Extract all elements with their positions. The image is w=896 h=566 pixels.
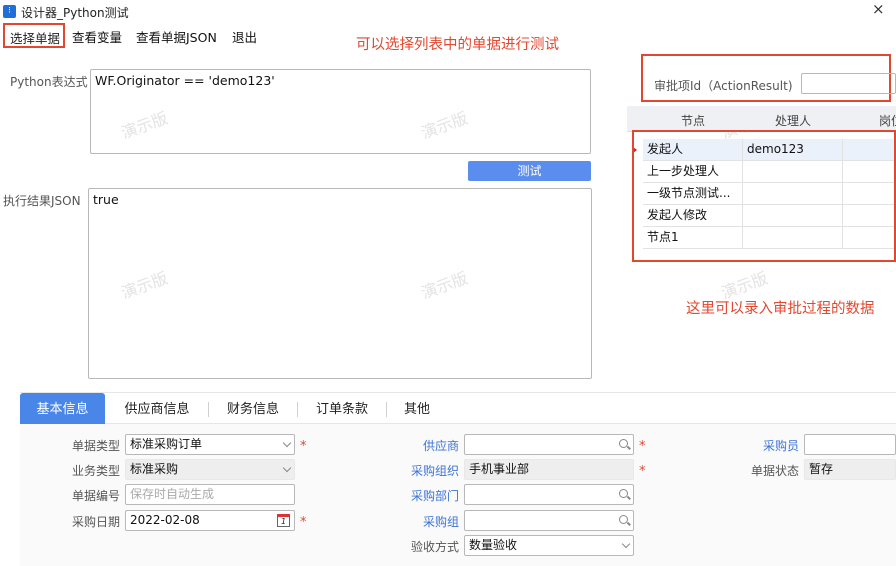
buyer-label[interactable]: 采购员 — [740, 437, 799, 454]
approval-id-label: 审批项Id（ActionResult) — [654, 79, 793, 93]
acceptance-value: 数量验收 — [469, 538, 518, 552]
window-title: 设计器_Python测试 — [21, 6, 129, 20]
buyer-lookup[interactable] — [804, 434, 896, 455]
required-mark: * — [300, 515, 307, 530]
calendar-icon[interactable]: 1 — [277, 514, 290, 527]
menu-select-document-label: 选择单据 — [10, 31, 61, 46]
required-mark: * — [639, 439, 646, 454]
close-icon[interactable]: × — [872, 0, 885, 18]
doc-type-value: 标准采购订单 — [130, 437, 203, 451]
annotation-select-hint: 可以选择列表中的单据进行测试 — [356, 37, 559, 53]
purchase-org-lookup[interactable]: 手机事业部 — [464, 459, 634, 480]
menu-view-document-json[interactable]: 查看单据JSON — [136, 27, 217, 46]
grid-header-position[interactable]: 岗位 — [843, 106, 896, 132]
acceptance-label: 验收方式 — [410, 540, 459, 554]
search-icon[interactable] — [619, 515, 628, 524]
purchase-group-label[interactable]: 采购组 — [400, 513, 459, 530]
tab-divider — [386, 402, 387, 417]
acceptance-select[interactable]: 数量验收 — [464, 535, 634, 556]
result-json-label: 执行结果JSON — [3, 194, 81, 208]
search-icon[interactable] — [619, 439, 628, 448]
purchase-date-value: 2022-02-08 — [130, 513, 200, 527]
tab-divider — [208, 402, 209, 417]
tab-finance-info[interactable]: 财务信息 — [216, 393, 290, 424]
title-bar — [0, 0, 896, 24]
approval-id-input[interactable] — [801, 73, 896, 94]
doc-type-select[interactable]: 标准采购订单 — [125, 434, 295, 455]
app-icon: ⁝ — [3, 5, 16, 18]
menu-view-variables[interactable]: 查看变量 — [72, 27, 122, 46]
search-icon[interactable] — [619, 489, 628, 498]
biz-type-value: 标准采购 — [130, 462, 179, 476]
test-button[interactable]: 测试 — [468, 161, 591, 181]
doc-type-label: 单据类型 — [71, 439, 120, 453]
grid-corner — [627, 106, 643, 132]
purchase-dept-lookup[interactable] — [464, 484, 634, 505]
tab-basic-info[interactable]: 基本信息 — [20, 393, 105, 424]
chevron-down-icon — [282, 438, 292, 448]
purchase-org-value: 手机事业部 — [469, 462, 530, 476]
doc-no-placeholder: 保存时自动生成 — [130, 487, 215, 501]
tab-divider — [297, 402, 298, 417]
purchase-group-lookup[interactable] — [464, 510, 634, 531]
biz-type-select[interactable]: 标准采购 — [125, 459, 295, 480]
doc-no-label: 单据编号 — [71, 489, 120, 503]
tab-order-terms[interactable]: 订单条款 — [303, 393, 381, 424]
grid-header-node[interactable]: 节点 — [643, 106, 743, 132]
grid-header-handler[interactable]: 处理人 — [743, 106, 843, 132]
annotation-highlight-box — [632, 130, 896, 262]
purchase-date-input[interactable]: 2022-02-08 1 — [125, 510, 295, 531]
python-expression-input[interactable]: WF.Originator == 'demo123' — [90, 69, 591, 154]
tab-other[interactable]: 其他 — [393, 393, 441, 424]
supplier-lookup[interactable] — [464, 434, 634, 455]
tab-supplier-info[interactable]: 供应商信息 — [116, 393, 198, 424]
menu-exit[interactable]: 退出 — [232, 27, 257, 46]
chevron-down-icon — [621, 539, 631, 549]
required-mark: * — [300, 439, 307, 454]
python-expression-label: Python表达式 — [10, 75, 88, 89]
result-json-output[interactable]: true — [88, 188, 592, 379]
chevron-down-icon — [282, 463, 292, 473]
purchase-org-label[interactable]: 采购组织 — [400, 462, 459, 479]
doc-no-input[interactable]: 保存时自动生成 — [125, 484, 295, 505]
biz-type-label: 业务类型 — [71, 464, 120, 478]
required-mark: * — [639, 464, 646, 479]
purchase-date-label: 采购日期 — [71, 515, 120, 529]
doc-status-value: 暂存 — [809, 462, 834, 476]
supplier-label[interactable]: 供应商 — [400, 437, 459, 454]
doc-status-field[interactable]: 暂存 — [804, 459, 896, 480]
doc-status-label: 单据状态 — [750, 464, 799, 478]
purchase-dept-label[interactable]: 采购部门 — [400, 487, 459, 504]
annotation-grid-hint: 这里可以录入审批过程的数据 — [686, 301, 875, 317]
menu-select-document[interactable]: 选择单据 — [3, 23, 65, 48]
